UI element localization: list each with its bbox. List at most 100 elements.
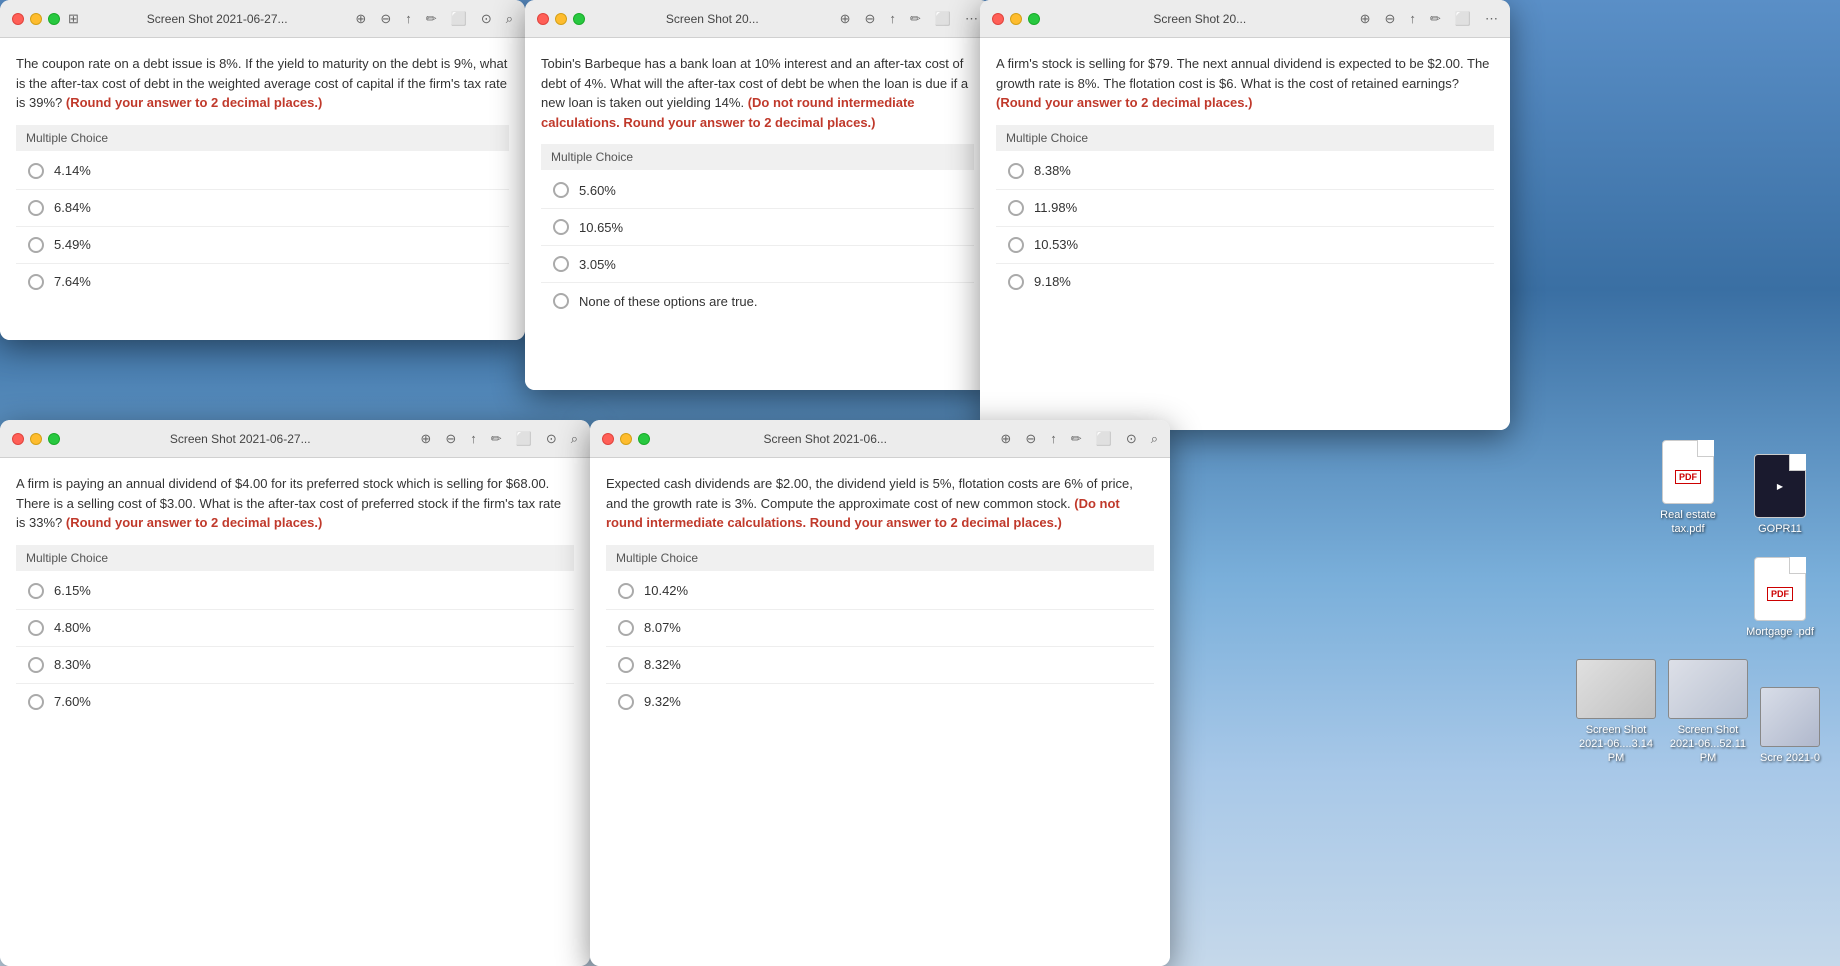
radio-4-3[interactable] [28,657,44,673]
annotate-icon-4[interactable]: ✏ [491,431,502,447]
resize-icon-1[interactable]: ⬜ [451,11,467,27]
share-icon-2[interactable]: ↑ [889,11,896,26]
share-icon-3[interactable]: ↑ [1409,11,1416,26]
choice-1-2[interactable]: 6.84% [16,190,509,227]
radio-4-1[interactable] [28,583,44,599]
radio-5-4[interactable] [618,694,634,710]
more-icon-3[interactable]: ⋯ [1485,11,1498,27]
zoom-out-icon-1[interactable]: ⊖ [380,11,391,27]
find-icon-1[interactable]: ⌕ [506,11,513,27]
choice-2-2[interactable]: 10.65% [541,209,974,246]
nav-icon-1[interactable]: ⊙ [481,11,492,27]
annotate-icon-3[interactable]: ✏ [1430,11,1441,27]
radio-3-2[interactable] [1008,200,1024,216]
search-icon-5[interactable]: ⊕ [1000,431,1011,447]
search-icon-4[interactable]: ⊕ [420,431,431,447]
close-button-1[interactable] [12,13,24,25]
radio-4-2[interactable] [28,620,44,636]
search-icon-2[interactable]: ⊕ [840,11,851,27]
share-icon-1[interactable]: ↑ [405,11,412,26]
mortgage-icon[interactable]: PDF Mortgage .pdf [1740,557,1820,639]
zoom-out-icon-3[interactable]: ⊖ [1385,11,1396,27]
window3-title: Screen Shot 20... [1048,12,1352,26]
close-button-2[interactable] [537,13,549,25]
minimize-button-2[interactable] [555,13,567,25]
zoom-out-icon-5[interactable]: ⊖ [1025,431,1036,447]
mortgage-pdf-label: PDF [1767,587,1793,601]
zoom-out-icon-2[interactable]: ⊖ [865,11,876,27]
resize-icon-2[interactable]: ⬜ [935,11,951,27]
real-estate-tax-icon[interactable]: PDF Real estate tax.pdf [1648,440,1728,537]
maximize-button-3[interactable] [1028,13,1040,25]
find-icon-4[interactable]: ⌕ [571,431,578,447]
choice-4-4[interactable]: 7.60% [16,684,574,720]
radio-1-3[interactable] [28,237,44,253]
radio-5-1[interactable] [618,583,634,599]
maximize-button-5[interactable] [638,433,650,445]
gopr-file-icon: ▶ [1754,454,1806,518]
layout-icon-1[interactable]: ⊞ [68,11,79,27]
minimize-button-5[interactable] [620,433,632,445]
minimize-button-3[interactable] [1010,13,1022,25]
nav-icon-5[interactable]: ⊙ [1126,431,1137,447]
share-icon-5[interactable]: ↑ [1050,431,1057,446]
radio-5-2[interactable] [618,620,634,636]
radio-1-1[interactable] [28,163,44,179]
choice-3-4[interactable]: 9.18% [996,264,1494,300]
maximize-button-1[interactable] [48,13,60,25]
resize-icon-5[interactable]: ⬜ [1096,431,1112,447]
resize-icon-4[interactable]: ⬜ [516,431,532,447]
choice-1-1[interactable]: 4.14% [16,153,509,190]
maximize-button-4[interactable] [48,433,60,445]
screenshot3-icon[interactable]: Scre 2021-0 [1760,687,1820,765]
choice-3-1[interactable]: 8.38% [996,153,1494,190]
radio-2-2[interactable] [553,219,569,235]
choice-4-1[interactable]: 6.15% [16,573,574,610]
choice-3-3[interactable]: 10.53% [996,227,1494,264]
window3-content: A firm's stock is selling for $79. The n… [980,38,1510,430]
radio-2-3[interactable] [553,256,569,272]
choice-2-4[interactable]: None of these options are true. [541,283,974,319]
more-icon-2[interactable]: ⋯ [965,11,978,27]
radio-1-4[interactable] [28,274,44,290]
maximize-button-2[interactable] [573,13,585,25]
annotate-icon-5[interactable]: ✏ [1071,431,1082,447]
radio-2-4[interactable] [553,293,569,309]
minimize-button-1[interactable] [30,13,42,25]
gopr11-icon[interactable]: ▶ GOPR11 [1740,454,1820,536]
minimize-button-4[interactable] [30,433,42,445]
choice-3-2[interactable]: 11.98% [996,190,1494,227]
radio-2-1[interactable] [553,182,569,198]
close-button-5[interactable] [602,433,614,445]
radio-1-2[interactable] [28,200,44,216]
resize-icon-3[interactable]: ⬜ [1455,11,1471,27]
choice-2-3[interactable]: 3.05% [541,246,974,283]
share-icon-4[interactable]: ↑ [470,431,477,446]
find-icon-5[interactable]: ⌕ [1151,431,1158,447]
choice-1-4[interactable]: 7.64% [16,264,509,300]
radio-4-4[interactable] [28,694,44,710]
radio-3-4[interactable] [1008,274,1024,290]
close-button-4[interactable] [12,433,24,445]
screenshot1-icon[interactable]: Screen Shot 2021-06....3.14 PM [1576,659,1656,766]
choice-4-2[interactable]: 4.80% [16,610,574,647]
close-button-3[interactable] [992,13,1004,25]
choice-5-4[interactable]: 9.32% [606,684,1154,720]
choice-5-1[interactable]: 10.42% [606,573,1154,610]
radio-3-3[interactable] [1008,237,1024,253]
search-icon-1[interactable]: ⊕ [355,11,366,27]
choice-1-3[interactable]: 5.49% [16,227,509,264]
choice-4-3[interactable]: 8.30% [16,647,574,684]
choice-5-3[interactable]: 8.32% [606,647,1154,684]
mc-label-1: Multiple Choice [16,125,509,151]
choice-2-1[interactable]: 5.60% [541,172,974,209]
annotate-icon-1[interactable]: ✏ [426,11,437,27]
zoom-out-icon-4[interactable]: ⊖ [445,431,456,447]
radio-5-3[interactable] [618,657,634,673]
annotate-icon-2[interactable]: ✏ [910,11,921,27]
nav-icon-4[interactable]: ⊙ [546,431,557,447]
screenshot2-icon[interactable]: Screen Shot 2021-06...52.11 PM [1668,659,1748,766]
radio-3-1[interactable] [1008,163,1024,179]
choice-5-2[interactable]: 8.07% [606,610,1154,647]
search-icon-3[interactable]: ⊕ [1360,11,1371,27]
